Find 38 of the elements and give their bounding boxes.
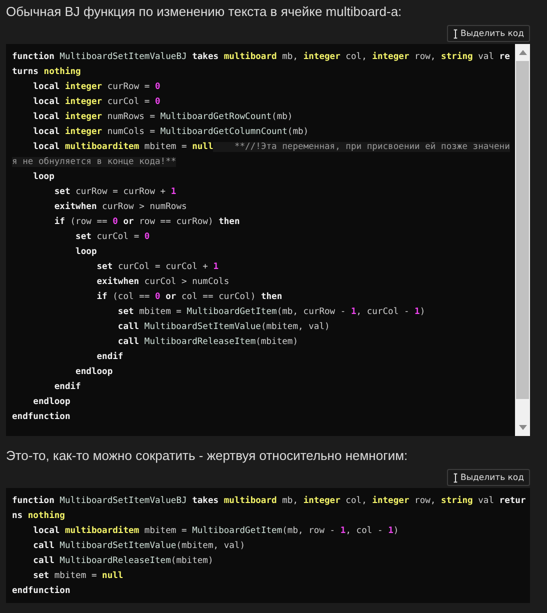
code-line: endfunction (12, 410, 70, 424)
code-line: call MultiboardReleaseItem(mbitem) (116, 336, 298, 349)
code-line: set curRow = curRow + 1 (53, 186, 176, 199)
select-code-button[interactable]: Выделить код (446, 25, 530, 42)
code-line: exitwhen curRow > numRows (53, 200, 187, 214)
select-code-button[interactable]: Выделить код (446, 469, 530, 486)
code-line: loop (32, 171, 54, 184)
code-line: endloop (32, 396, 70, 409)
code-line: local integer curCol = 0 (32, 96, 160, 109)
code-line: set curCol = curCol + 1 (96, 261, 219, 274)
code-line: call MultiboardSetItemValue(mbitem, val) (32, 540, 246, 553)
code-line: call MultiboardSetItemValue(mbitem, val) (116, 321, 330, 334)
code-line: local integer curRow = 0 (32, 80, 160, 94)
code-line: set mbitem = MultiboardGetItem(mb, curRow - 1, curCol - 1) (116, 306, 426, 319)
text-cursor-icon (452, 28, 458, 38)
scrollbar[interactable] (515, 44, 530, 436)
code-line: call MultiboardReleaseItem(mbitem) (32, 555, 214, 568)
code-line: local integer numCols = MultiboardGetColumnCount(mb) (32, 126, 309, 139)
code-line: loop (74, 246, 97, 259)
code-line: function MultiboardSetItemValueBJ takes multiboard mb, integer col, integer row, string val re (12, 50, 510, 64)
code-line: if (row == 0 or row == curRow) then (53, 216, 240, 229)
code-line: local multiboarditem mbitem = MultiboardGetItem(mb, row - 1, col - 1) (32, 524, 399, 538)
code-line: function MultiboardSetItemValueBJ takes multiboard mb, integer col, integer row, string val retur (12, 494, 526, 508)
code-line: endif (96, 350, 124, 364)
code-line: endfunction (12, 584, 70, 598)
code-line: local multiboarditem mbitem = null **//!Эта переменная, при присвоении ей позже значени (32, 140, 510, 154)
post-text: Обычная BJ функция по изменению текста в ячейке multiboard-а: (6, 4, 402, 20)
code-line: endif (53, 380, 81, 394)
code-line: exitwhen curCol > numCols (96, 276, 230, 289)
code-line: endloop (74, 366, 113, 379)
code-line: set curCol = 0 (74, 231, 150, 244)
code-line: set mbitem = null (32, 570, 124, 583)
code-line: turns nothing (12, 66, 81, 79)
code-line: ns nothing (12, 510, 65, 523)
code-line: local integer numRows = MultiboardGetRowCount(mb) (32, 110, 293, 124)
code-line: if (col == 0 or col == curCol) then (96, 290, 282, 304)
post-text: Это-то, как-то можно сократить - жертвуя относительно немногим: (6, 448, 408, 464)
text-cursor-icon (452, 472, 458, 482)
